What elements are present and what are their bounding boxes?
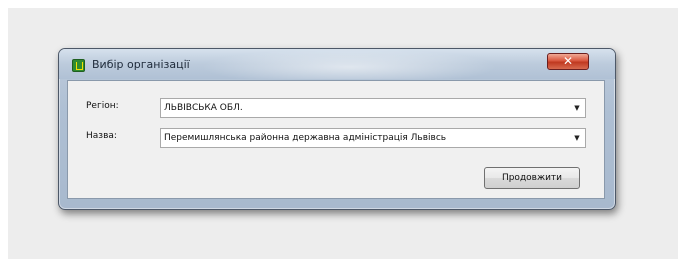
region-label: Регіон:: [86, 101, 119, 111]
close-button[interactable]: ✕: [547, 53, 589, 70]
region-select-chevron-down-icon[interactable]: ▼: [569, 99, 585, 117]
continue-button[interactable]: Продовжити: [484, 167, 580, 189]
name-select-value: Перемишлянська районна державна адмініст…: [164, 133, 447, 143]
dialog-content: Регіон: ЛЬВІВСЬКА ОБЛ. ▼ Назва: Перемишл…: [67, 80, 605, 199]
close-icon: ✕: [562, 54, 574, 68]
select-organization-dialog: Вибір організації ✕ Регіон: ЛЬВІВСЬКА ОБ…: [58, 48, 616, 210]
name-select[interactable]: Перемишлянська районна державна адмініст…: [160, 128, 586, 148]
region-select[interactable]: ЛЬВІВСЬКА ОБЛ. ▼: [160, 98, 586, 118]
name-select-chevron-down-icon[interactable]: ▼: [569, 129, 585, 147]
region-select-value: ЛЬВІВСЬКА ОБЛ.: [164, 103, 243, 113]
dialog-titlebar[interactable]: Вибір організації ✕: [59, 49, 615, 79]
dialog-title: Вибір організації: [92, 58, 190, 71]
name-label: Назва:: [86, 131, 117, 141]
app-icon: [72, 59, 85, 72]
